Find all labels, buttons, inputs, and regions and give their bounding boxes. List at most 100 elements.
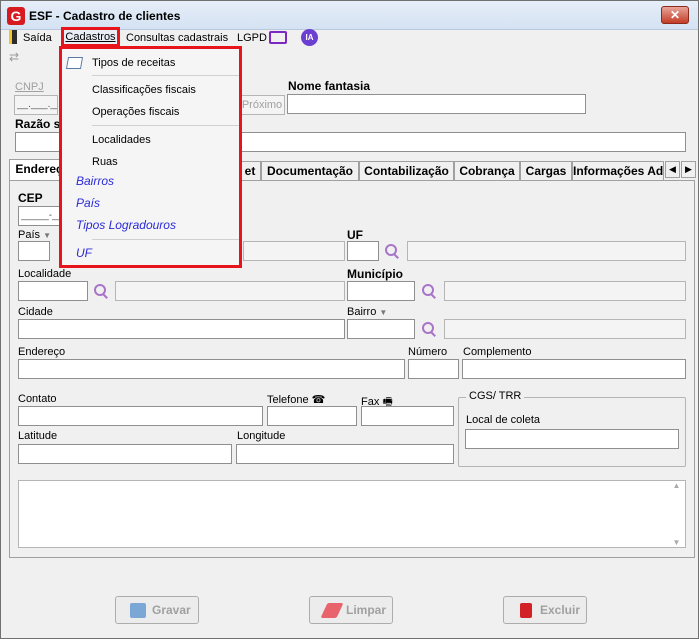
eraser-icon [320,603,344,618]
scroll-up-icon[interactable]: ▲ [668,481,685,490]
gravar-label: Gravar [152,603,191,617]
memo-scrollbar[interactable]: ▲ ▼ [668,481,685,547]
cep-input[interactable]: _____-___ [18,206,62,226]
menu-consultas-cadastrais[interactable]: Consultas cadastrais [126,30,228,46]
refresh-icon[interactable]: ⇄ [9,51,23,63]
cep-label: CEP [18,191,43,205]
endereco-input[interactable] [18,359,405,379]
telefone-label-text: Telefone [267,394,309,406]
fax-input[interactable] [361,406,454,426]
app-window: G ESF - Cadastro de clientes ✕ Saída Cad… [0,0,699,639]
bairro-label: Bairro ▼ [347,306,387,318]
save-icon [130,603,146,618]
window-title: ESF - Cadastro de clientes [29,9,181,23]
menu-item-uf[interactable]: UF [76,243,92,263]
tab-scroll-right-icon[interactable]: ▶ [681,161,696,178]
bairro-name-input [444,319,686,339]
menu-separator [92,239,239,240]
limpar-button[interactable]: Limpar [309,596,393,624]
uf-input[interactable] [347,241,379,261]
observacoes-textarea[interactable]: ▲ ▼ [18,480,686,548]
tab-documentacao[interactable]: Documentação [261,161,359,181]
cnpj-input[interactable]: __.___.___/____-__ [14,95,58,115]
scroll-down-icon[interactable]: ▼ [668,538,685,547]
telephone-icon: ☎ [311,394,326,406]
telefone-input[interactable] [267,406,357,426]
menu-item-tipos-receitas[interactable]: Tipos de receitas [62,53,175,73]
uf-search-icon[interactable] [384,243,400,259]
gravar-button[interactable]: Gravar [115,596,199,624]
bairro-search-icon[interactable] [421,321,437,337]
menu-item-tipos-receitas-label: Tipos de receitas [92,57,176,69]
menu-item-tipos-logradouros[interactable]: Tipos Logradouros [76,215,176,235]
tab-informacoes-adicionais[interactable]: Informações Adi [572,161,664,181]
localidade-label: Localidade [18,268,72,280]
nome-fantasia-label: Nome fantasia [288,79,371,93]
complemento-label: Complemento [463,346,532,358]
razao-social-label: Razão s [15,117,61,131]
localidade-input[interactable] [18,281,88,301]
municipio-search-icon[interactable] [421,283,437,299]
cadastros-dropdown-menu: Tipos de receitas Classificações fiscais… [59,46,242,268]
pais-name-input [243,241,345,261]
local-coleta-label: Local de coleta [466,414,540,426]
excluir-button[interactable]: Excluir [503,596,587,624]
tab-cargas[interactable]: Cargas [520,161,572,181]
endereco-label: Endereço [18,346,66,358]
proximo-button[interactable]: Próximo [239,95,285,115]
arrow-down-icon: ▼ [379,308,388,317]
latitude-label: Latitude [18,430,58,442]
tab-contabilizacao[interactable]: Contabilização [359,161,454,181]
title-bar: G ESF - Cadastro de clientes ✕ [1,1,698,30]
menu-item-localidades[interactable]: Localidades [62,130,151,150]
menu-item-pais[interactable]: País [76,193,100,213]
uf-label: UF [347,228,363,242]
tag-icon [65,57,84,69]
uf-name-input [407,241,686,261]
close-button[interactable]: ✕ [661,6,689,24]
ia-icon[interactable]: IA [301,29,318,46]
contato-input[interactable] [18,406,263,426]
bairro-input[interactable] [347,319,415,339]
localidade-search-icon[interactable] [93,283,109,299]
municipio-input[interactable] [347,281,415,301]
municipio-name-input [444,281,686,301]
longitude-input[interactable] [236,444,454,464]
monitor-icon[interactable] [269,31,287,44]
menu-cadastros[interactable]: Cadastros [61,27,120,47]
latitude-input[interactable] [18,444,232,464]
menu-separator [92,125,239,126]
cnpj-label: CNPJ [15,81,44,93]
menu-separator [92,75,239,76]
local-coleta-input[interactable] [465,429,679,449]
arrow-down-icon: ▼ [43,231,51,240]
cidade-input[interactable] [18,319,345,339]
cnpj-value: __.___.___/____-__ [17,99,57,110]
complemento-input[interactable] [462,359,686,379]
nome-fantasia-input[interactable] [287,94,586,114]
tab-scroll-left-icon[interactable]: ◀ [665,161,680,178]
numero-input[interactable] [408,359,459,379]
menu-item-classificacoes-fiscais[interactable]: Classificações fiscais [62,80,196,100]
menu-item-ruas[interactable]: Ruas [62,152,118,172]
pais-label: País ▼ [18,229,51,241]
municipio-label: Município [347,267,403,281]
cgs-trr-title: CGS/ TRR [466,390,525,402]
tab-cobranca[interactable]: Cobrança [454,161,520,181]
menu-cadastros-label: Cadastros [65,31,116,43]
app-logo-icon: G [7,7,25,25]
longitude-label: Longitude [237,430,286,442]
tab-internet[interactable]: et [239,161,261,181]
excluir-label: Excluir [540,603,581,617]
contato-label: Contato [18,393,57,405]
telefone-label: Telefone ☎ [267,393,325,406]
pais-label-text: País [18,229,41,241]
menu-lgpd[interactable]: LGPD [237,30,267,46]
menu-item-operacoes-fiscais[interactable]: Operações fiscais [62,102,179,122]
localidade-name-input [115,281,345,301]
bairro-label-text: Bairro [347,306,377,318]
cep-value: _____-___ [21,210,61,221]
menu-saida[interactable]: Saída [23,30,52,46]
menu-item-bairros[interactable]: Bairros [76,171,114,191]
pais-code-input[interactable] [18,241,50,261]
